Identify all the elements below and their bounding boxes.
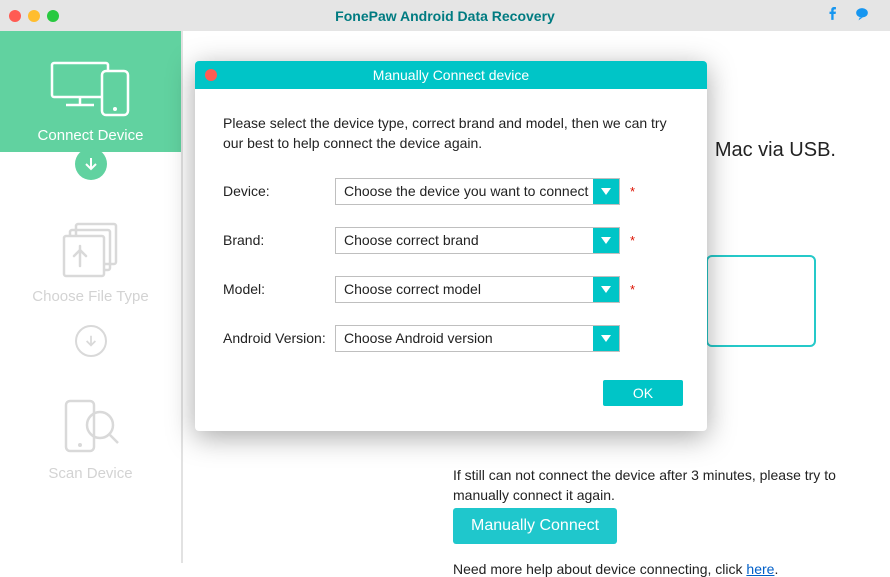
scan-device-icon	[60, 391, 122, 461]
brand-select-value: Choose correct brand	[336, 232, 593, 248]
titlebar: FonePaw Android Data Recovery	[0, 0, 890, 31]
help-link[interactable]: here	[746, 561, 774, 577]
main-area: Mac via USB. If still can not connect th…	[181, 31, 890, 563]
chevron-down-icon	[593, 277, 619, 302]
brand-select[interactable]: Choose correct brand	[335, 227, 620, 254]
chevron-down-icon	[593, 179, 619, 204]
background-hint-text: Mac via USB.	[715, 139, 836, 162]
model-select[interactable]: Choose correct model	[335, 276, 620, 303]
modal-description: Please select the device type, correct b…	[223, 113, 679, 154]
help-text: Need more help about device connecting, …	[453, 561, 778, 577]
android-version-select[interactable]: Choose Android version	[335, 325, 620, 352]
header-icons	[826, 7, 870, 24]
sidebar-step-choose-file-type[interactable]: Choose File Type	[0, 192, 181, 313]
required-star: *	[630, 233, 635, 248]
device-row: Device: Choose the device you want to co…	[223, 178, 679, 205]
chat-icon[interactable]	[854, 7, 870, 24]
facebook-icon[interactable]	[826, 7, 840, 24]
ok-button[interactable]: OK	[603, 380, 683, 406]
sidebar-step-label: Choose File Type	[32, 288, 148, 305]
sidebar-step-connect[interactable]: Connect Device	[0, 31, 181, 152]
modal-footer: OK	[195, 374, 707, 406]
window-controls	[9, 10, 59, 22]
manually-connect-button[interactable]: Manually Connect	[453, 508, 617, 544]
arrow-down-icon	[75, 325, 107, 357]
connect-device-icon	[46, 53, 136, 123]
modal-title: Manually Connect device	[195, 67, 707, 83]
sidebar-step-label: Connect Device	[38, 127, 144, 144]
android-version-row: Android Version: Choose Android version	[223, 325, 679, 352]
sidebar-step-scan-device[interactable]: Scan Device	[0, 369, 181, 490]
device-outline-graphic	[706, 255, 816, 347]
sidebar-step-label: Scan Device	[48, 465, 132, 482]
device-select-value: Choose the device you want to connect	[336, 183, 593, 199]
chevron-down-icon	[593, 228, 619, 253]
maximize-window-dot[interactable]	[47, 10, 59, 22]
android-version-select-value: Choose Android version	[336, 330, 593, 346]
minimize-window-dot[interactable]	[28, 10, 40, 22]
brand-label: Brand:	[223, 232, 335, 248]
model-row: Model: Choose correct model *	[223, 276, 679, 303]
modal-header: Manually Connect device	[195, 61, 707, 89]
arrow-down-icon	[75, 148, 107, 180]
device-select[interactable]: Choose the device you want to connect	[335, 178, 620, 205]
manually-connect-modal: Manually Connect device Please select th…	[195, 61, 707, 431]
choose-file-type-icon	[56, 214, 126, 284]
required-star: *	[630, 282, 635, 297]
brand-row: Brand: Choose correct brand *	[223, 227, 679, 254]
still-cannot-connect-text: If still can not connect the device afte…	[453, 465, 840, 506]
app-body: Connect Device Choose File Type	[0, 31, 890, 563]
help-prefix: Need more help about device connecting, …	[453, 561, 746, 577]
android-version-label: Android Version:	[223, 330, 335, 346]
app-title: FonePaw Android Data Recovery	[0, 8, 890, 24]
device-label: Device:	[223, 183, 335, 199]
close-window-dot[interactable]	[9, 10, 21, 22]
model-label: Model:	[223, 281, 335, 297]
modal-body: Please select the device type, correct b…	[195, 89, 707, 352]
model-select-value: Choose correct model	[336, 281, 593, 297]
required-star: *	[630, 184, 635, 199]
sidebar: Connect Device Choose File Type	[0, 31, 181, 563]
chevron-down-icon	[593, 326, 619, 351]
